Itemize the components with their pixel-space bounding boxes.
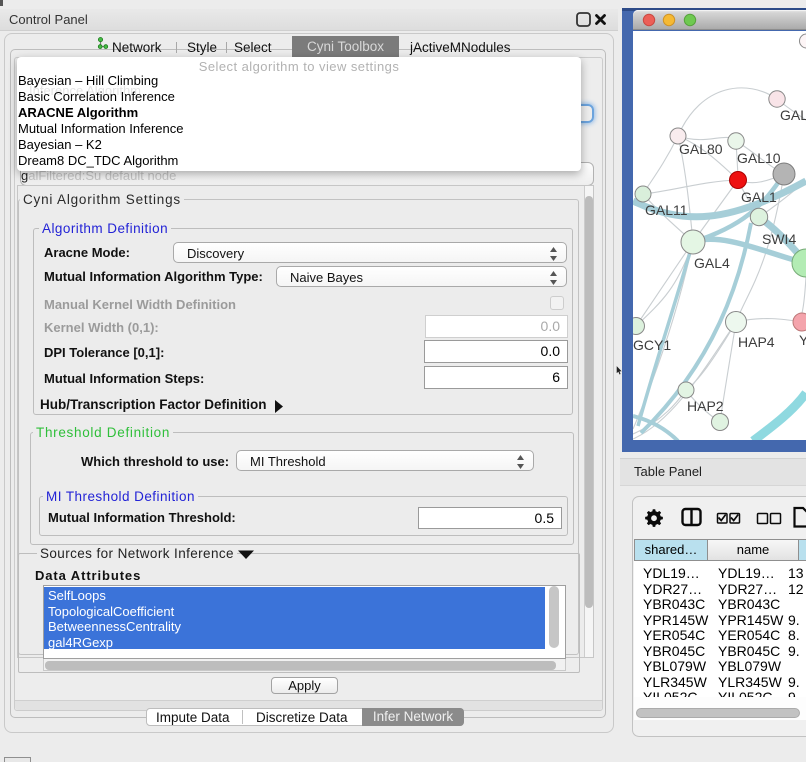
- svg-text:GCY1: GCY1: [633, 337, 671, 353]
- svg-text:GAL11: GAL11: [645, 202, 688, 218]
- svg-text:SWI4: SWI4: [762, 231, 796, 247]
- svg-text:Y: Y: [799, 332, 806, 348]
- svg-text:GAL80: GAL80: [679, 141, 723, 157]
- svg-text:GAL10: GAL10: [737, 150, 781, 166]
- svg-text:GAL1: GAL1: [741, 189, 777, 205]
- svg-text:HAP4: HAP4: [738, 334, 775, 350]
- svg-text:HAP2: HAP2: [687, 398, 724, 414]
- svg-text:GAL: GAL: [780, 107, 806, 123]
- svg-text:GAL4: GAL4: [694, 255, 730, 271]
